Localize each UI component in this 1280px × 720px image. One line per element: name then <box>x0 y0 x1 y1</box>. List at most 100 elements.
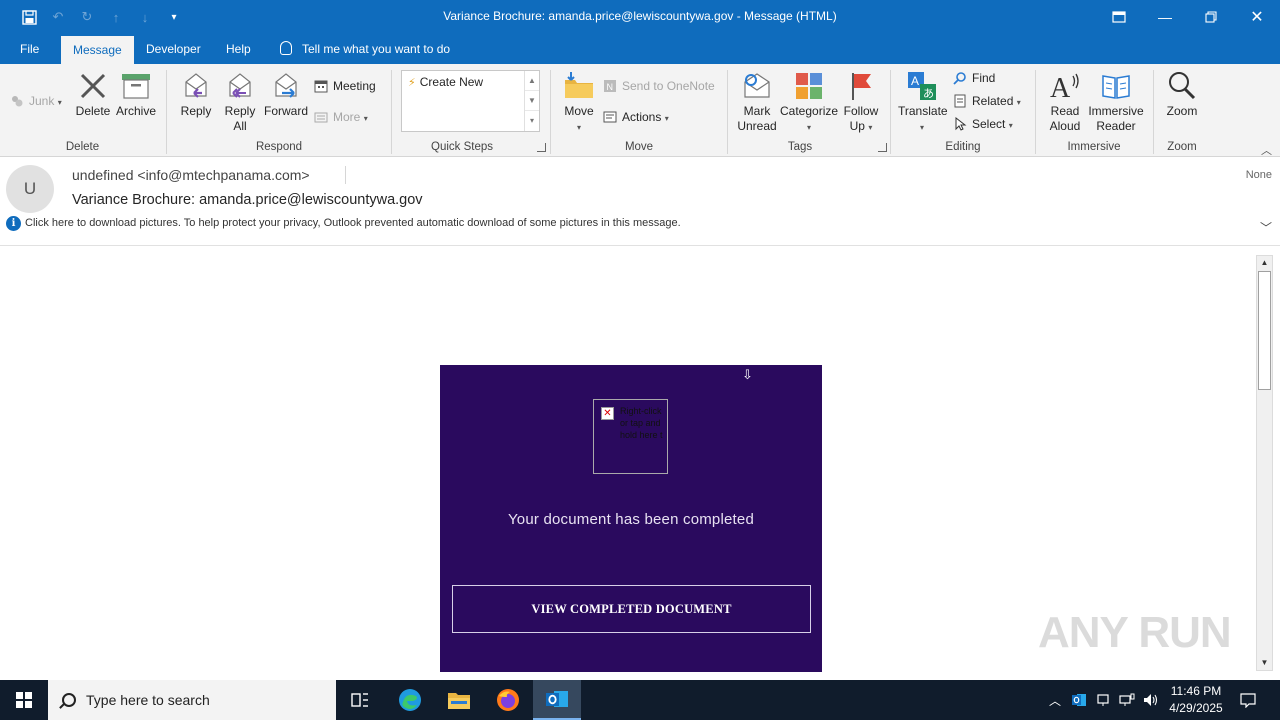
tab-message[interactable]: Message <box>61 36 134 64</box>
watermark: ANY RUN <box>1038 608 1232 657</box>
sender[interactable]: undefined <info@mtechpanama.com> <box>72 167 310 183</box>
forward-icon <box>270 70 302 102</box>
quick-step-create-new[interactable]: ⚡ Create New <box>408 75 483 89</box>
select-cursor-icon <box>953 116 967 131</box>
group-label-move: Move <box>624 141 654 153</box>
junk-icon <box>10 94 24 108</box>
ribbon-tabs: File Message Developer Help Tell me what… <box>0 34 1280 64</box>
follow-up-button[interactable]: Follow Up ▾ <box>840 70 882 135</box>
info-icon: i <box>6 216 21 231</box>
firefox-taskbar-button[interactable] <box>484 680 532 720</box>
reply-all-button[interactable]: Reply All <box>220 70 260 134</box>
blocked-image[interactable]: ✕ Right-click or tap and hold here t <box>593 399 668 474</box>
group-label-respond: Respond <box>255 141 303 153</box>
collapse-ribbon-icon[interactable]: ︿ <box>1261 142 1272 158</box>
group-label-delete: Delete <box>65 141 100 153</box>
start-button[interactable] <box>0 680 48 720</box>
close-button[interactable]: ✕ <box>1234 0 1280 34</box>
translate-button[interactable]: Aあ Translate ▾ <box>898 70 948 135</box>
meeting-icon <box>314 79 328 93</box>
scrollbar-thumb[interactable] <box>1258 271 1271 390</box>
archive-icon <box>120 70 152 102</box>
quick-steps-gallery[interactable]: ⚡ Create New ▲ ▼ ▾ <box>401 70 540 132</box>
reply-all-icon <box>224 70 256 102</box>
more-respond-button[interactable]: More ▾ <box>314 108 368 126</box>
mark-unread-icon <box>741 70 773 102</box>
immersive-reader-button[interactable]: Immersive Reader <box>1086 70 1146 134</box>
move-button[interactable]: Move ▾ <box>559 70 599 135</box>
actions-button[interactable]: Actions ▾ <box>603 108 669 126</box>
archive-button[interactable]: Archive <box>114 70 158 119</box>
task-view-icon <box>351 693 368 707</box>
edge-taskbar-button[interactable] <box>386 680 434 720</box>
read-aloud-button[interactable]: A Read Aloud <box>1042 70 1088 134</box>
restore-button[interactable] <box>1188 0 1234 34</box>
taskbar: Type here to search ︿ 11:46 PM 4/29/2025 <box>0 680 1280 720</box>
categorize-button[interactable]: Categorize ▾ <box>780 70 838 135</box>
junk-button[interactable]: Junk ▾ <box>10 92 62 110</box>
message-header: U undefined <info@mtechpanama.com> Varia… <box>0 157 1280 246</box>
search-icon <box>62 693 76 707</box>
download-pictures-infobar[interactable]: i Click here to download pictures. To hel… <box>6 216 681 231</box>
find-button[interactable]: Find <box>953 69 995 87</box>
folder-icon <box>448 693 470 709</box>
group-label-zoom: Zoom <box>1167 141 1197 153</box>
scroll-up-icon[interactable]: ▲ <box>525 71 539 91</box>
notifications-icon[interactable] <box>1236 680 1260 720</box>
svg-text:A: A <box>911 74 919 88</box>
device-tray-icon[interactable] <box>1092 680 1114 720</box>
tags-dialog-launcher[interactable] <box>878 143 887 152</box>
select-button[interactable]: Select ▾ <box>953 115 1013 133</box>
tab-developer[interactable]: Developer <box>134 34 213 64</box>
network-icon[interactable] <box>1116 680 1138 720</box>
delete-button[interactable]: Delete <box>74 70 112 119</box>
expand-gallery-icon[interactable]: ▾ <box>525 111 539 131</box>
group-label-editing: Editing <box>945 141 981 153</box>
outlook-icon <box>546 691 568 707</box>
meeting-button[interactable]: Meeting <box>314 77 376 95</box>
avatar[interactable]: U <box>6 165 54 213</box>
related-button[interactable]: Related ▾ <box>953 92 1021 110</box>
translate-icon: Aあ <box>906 70 938 102</box>
divider <box>345 166 346 184</box>
reply-icon <box>180 70 212 102</box>
scroll-up-icon[interactable]: ▲ <box>1257 256 1272 270</box>
delete-icon <box>77 70 109 102</box>
ribbon-display-options-icon[interactable] <box>1096 0 1142 34</box>
categorize-icon <box>793 70 825 102</box>
system-clock[interactable]: 11:46 PM 4/29/2025 <box>1164 683 1228 717</box>
file-explorer-taskbar-button[interactable] <box>435 680 483 720</box>
quick-steps-scrollbar[interactable]: ▲ ▼ ▾ <box>524 71 539 131</box>
tell-me-search[interactable]: Tell me what you want to do <box>280 34 450 64</box>
forward-button[interactable]: Forward <box>263 70 309 119</box>
volume-icon[interactable] <box>1140 680 1162 720</box>
quick-steps-dialog-launcher[interactable] <box>537 143 546 152</box>
actions-icon <box>603 110 617 124</box>
taskbar-search[interactable]: Type here to search <box>48 680 336 720</box>
tab-help[interactable]: Help <box>214 34 263 64</box>
mark-unread-button[interactable]: Mark Unread <box>734 70 780 134</box>
body-scrollbar[interactable]: ▲ ▼ <box>1256 255 1273 671</box>
outlook-taskbar-button[interactable] <box>533 680 581 720</box>
edge-icon <box>399 689 421 711</box>
zoom-icon <box>1166 70 1198 102</box>
show-hidden-icons[interactable]: ︿ <box>1044 680 1066 720</box>
email-card: ✕ Right-click or tap and hold here t ⇩ Y… <box>440 365 822 672</box>
send-to-onenote-button[interactable]: N Send to OneNote <box>603 77 715 95</box>
scroll-down-icon[interactable]: ▼ <box>1257 656 1272 670</box>
chevron-down-icon[interactable]: ﹀ <box>1260 219 1272 236</box>
view-completed-document-button[interactable]: VIEW COMPLETED DOCUMENT <box>452 585 811 633</box>
minimize-button[interactable]: — <box>1142 0 1188 34</box>
title-bar: ↶ ↻ ↑ ↓ ▾ Variance Brochure: amanda.pric… <box>0 0 1280 34</box>
reply-button[interactable]: Reply <box>177 70 215 119</box>
zoom-button[interactable]: Zoom <box>1162 70 1202 119</box>
firefox-icon <box>497 689 519 711</box>
importance-label: None <box>1245 169 1272 181</box>
move-folder-icon <box>563 70 595 102</box>
related-icon <box>953 94 967 108</box>
task-view-button[interactable] <box>336 680 384 720</box>
scroll-down-icon[interactable]: ▼ <box>525 91 539 111</box>
tab-file[interactable]: File <box>8 34 51 64</box>
onenote-icon: N <box>603 79 617 93</box>
outlook-tray-icon[interactable] <box>1068 680 1090 720</box>
